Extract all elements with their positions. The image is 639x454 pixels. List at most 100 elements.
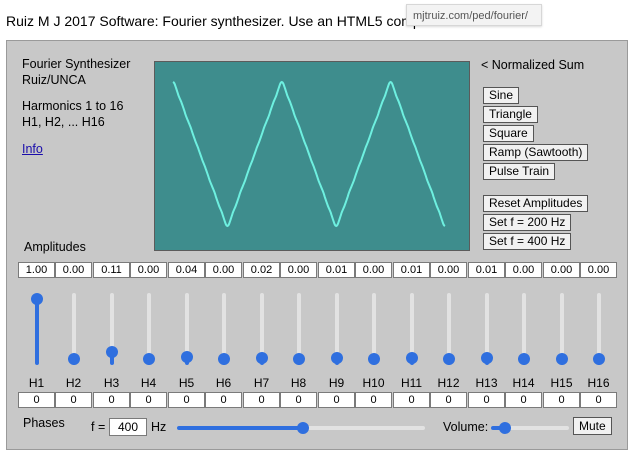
waveform-curve [172, 80, 446, 228]
reset-amplitudes-button[interactable]: Reset Amplitudes [483, 195, 589, 212]
slider-thumb[interactable] [297, 422, 310, 434]
slider-thumb[interactable] [443, 353, 455, 365]
harmonic-label-h3: H3 [103, 376, 120, 390]
slider-thumb[interactable] [68, 353, 80, 365]
amplitude-field-h16[interactable]: 0.00 [580, 262, 617, 278]
phase-field-h14[interactable]: 0 [505, 392, 542, 408]
phase-field-h13[interactable]: 0 [468, 392, 505, 408]
harmonic-label-h9: H9 [328, 376, 345, 390]
harmonic-label-h4: H4 [140, 376, 157, 390]
slider-thumb[interactable] [256, 351, 268, 364]
frequency-input[interactable]: 400 [109, 418, 147, 436]
slider-thumb[interactable] [593, 353, 605, 365]
phase-field-h9[interactable]: 0 [318, 392, 355, 408]
amplitude-field-h9[interactable]: 0.01 [318, 262, 355, 278]
phase-field-h6[interactable]: 0 [205, 392, 242, 408]
slider-thumb[interactable] [556, 353, 568, 365]
app-author: Ruiz/UNCA [22, 73, 86, 87]
amplitude-slider-h8[interactable] [292, 293, 306, 365]
amplitude-slider-h15[interactable] [555, 293, 569, 365]
phase-field-h7[interactable]: 0 [243, 392, 280, 408]
harmonic-label-h15: H15 [550, 376, 573, 390]
amplitude-slider-h3[interactable] [105, 293, 119, 365]
volume-slider[interactable] [491, 422, 569, 434]
amplitudes-label: Amplitudes [24, 240, 86, 254]
phase-field-h1[interactable]: 0 [18, 392, 55, 408]
amplitude-slider-h12[interactable] [442, 293, 456, 365]
slider-thumb[interactable] [406, 352, 418, 365]
amplitude-slider-h6[interactable] [217, 293, 231, 365]
amplitude-field-h8[interactable]: 0.00 [280, 262, 317, 278]
amplitude-slider-h16[interactable] [592, 293, 606, 365]
url-tooltip[interactable]: mjtruiz.com/ped/fourier/ [406, 4, 542, 26]
amplitude-slider-h11[interactable] [405, 293, 419, 365]
phase-field-h12[interactable]: 0 [430, 392, 467, 408]
waveform-plot [172, 80, 446, 228]
harmonic-label-h13: H13 [475, 376, 498, 390]
harmonic-label-h12: H12 [437, 376, 460, 390]
harmonic-label-h6: H6 [215, 376, 232, 390]
harmonics-list: H1, H2, ... H16 [22, 115, 105, 129]
slider-thumb[interactable] [181, 350, 193, 363]
volume-label: Volume: [443, 420, 489, 434]
amplitude-field-h14[interactable]: 0.00 [505, 262, 542, 278]
amplitude-slider-h9[interactable] [330, 293, 344, 365]
normalized-sum-label: < Normalized Sum [481, 58, 585, 72]
phase-field-h4[interactable]: 0 [130, 392, 167, 408]
sine-button[interactable]: Sine [483, 87, 520, 104]
phase-field-h8[interactable]: 0 [280, 392, 317, 408]
amplitude-field-h13[interactable]: 0.01 [468, 262, 505, 278]
amplitude-field-h15[interactable]: 0.00 [543, 262, 580, 278]
amplitude-slider-h13[interactable] [480, 293, 494, 365]
phase-field-h3[interactable]: 0 [93, 392, 130, 408]
phases-label: Phases [23, 416, 65, 430]
amplitude-slider-h10[interactable] [367, 293, 381, 365]
amplitude-field-h5[interactable]: 0.04 [168, 262, 205, 278]
amplitude-slider-h5[interactable] [180, 293, 194, 365]
amplitude-field-h10[interactable]: 0.00 [355, 262, 392, 278]
phase-field-h15[interactable]: 0 [543, 392, 580, 408]
phase-field-h10[interactable]: 0 [355, 392, 392, 408]
square-button[interactable]: Square [483, 125, 534, 142]
amplitude-field-h3[interactable]: 0.11 [93, 262, 130, 278]
frequency-slider[interactable] [177, 422, 425, 434]
info-link[interactable]: Info [22, 142, 43, 156]
phase-field-h2[interactable]: 0 [55, 392, 92, 408]
slider-thumb[interactable] [518, 353, 530, 365]
amplitude-slider-h4[interactable] [142, 293, 156, 365]
amplitude-field-h11[interactable]: 0.01 [393, 262, 430, 278]
app-title: Fourier Synthesizer [22, 57, 131, 71]
amplitude-slider-h1[interactable] [30, 293, 44, 365]
amplitude-slider-h14[interactable] [517, 293, 531, 365]
slider-thumb[interactable] [498, 422, 511, 434]
harmonic-label-h10: H10 [362, 376, 385, 390]
slider-thumb[interactable] [481, 352, 493, 365]
phase-field-h16[interactable]: 0 [580, 392, 617, 408]
slider-thumb[interactable] [31, 293, 43, 305]
ramp-sawtooth-button[interactable]: Ramp (Sawtooth) [483, 144, 589, 161]
phase-field-h5[interactable]: 0 [168, 392, 205, 408]
mute-button[interactable]: Mute [573, 417, 612, 435]
slider-thumb[interactable] [368, 353, 380, 365]
amplitude-slider-h7[interactable] [255, 293, 269, 365]
top-bar: Ruiz M J 2017 Software: Fourier synthesi… [0, 0, 639, 40]
amplitude-slider-h2[interactable] [67, 293, 81, 365]
pulse-train-button[interactable]: Pulse Train [483, 163, 556, 180]
amplitude-field-h4[interactable]: 0.00 [130, 262, 167, 278]
slider-thumb[interactable] [143, 353, 155, 365]
slider-thumb[interactable] [106, 346, 118, 359]
slider-thumb[interactable] [218, 353, 230, 365]
amplitude-field-h1[interactable]: 1.00 [18, 262, 55, 278]
amplitude-field-h2[interactable]: 0.00 [55, 262, 92, 278]
set-f-400-button[interactable]: Set f = 400 Hz [483, 233, 572, 250]
amplitude-field-h12[interactable]: 0.00 [430, 262, 467, 278]
slider-thumb[interactable] [293, 353, 305, 365]
harmonic-label-h2: H2 [65, 376, 82, 390]
set-f-200-button[interactable]: Set f = 200 Hz [483, 214, 572, 231]
triangle-button[interactable]: Triangle [483, 106, 538, 123]
amplitude-field-h6[interactable]: 0.00 [205, 262, 242, 278]
phase-field-h11[interactable]: 0 [393, 392, 430, 408]
slider-thumb[interactable] [331, 352, 343, 365]
harmonic-label-h11: H11 [400, 376, 423, 390]
amplitude-field-h7[interactable]: 0.02 [243, 262, 280, 278]
